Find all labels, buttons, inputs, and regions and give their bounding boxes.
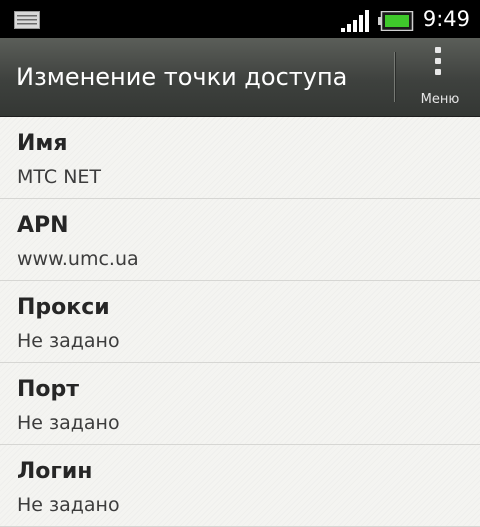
- action-bar-divider: [394, 52, 395, 102]
- status-bar: 9:49: [0, 0, 480, 38]
- battery-icon: [378, 11, 414, 31]
- list-item-label: Имя: [17, 131, 68, 156]
- list-item-apn[interactable]: APN www.umc.ua: [0, 199, 480, 281]
- list-item-value: MTC NET: [17, 166, 102, 188]
- menu-button[interactable]: Меню: [400, 38, 480, 116]
- list-item-proxy[interactable]: Прокси Не задано: [0, 281, 480, 363]
- list-item-label: APN: [17, 213, 69, 238]
- list-item-label: Порт: [17, 377, 80, 402]
- apn-settings-list: Имя MTC NET APN www.umc.ua Прокси Не зад…: [0, 117, 480, 527]
- list-item-name[interactable]: Имя MTC NET: [0, 117, 480, 199]
- list-item-label: Прокси: [17, 295, 110, 320]
- list-item-value: Не задано: [17, 330, 120, 352]
- overflow-menu-icon: [433, 47, 443, 81]
- page-title: Изменение точки доступа: [16, 63, 348, 91]
- signal-icon: [341, 10, 369, 32]
- action-bar: Изменение точки доступа Меню: [0, 38, 480, 117]
- status-clock: 9:49: [422, 7, 470, 31]
- list-item-label: Логин: [17, 459, 93, 484]
- menu-button-label: Меню: [420, 92, 460, 107]
- list-item-login[interactable]: Логин Не задано: [0, 445, 480, 527]
- list-item-value: Не задано: [17, 412, 120, 434]
- list-item-value: Не задано: [17, 494, 120, 516]
- notes-icon[interactable]: [14, 11, 40, 29]
- list-item-port[interactable]: Порт Не задано: [0, 363, 480, 445]
- list-item-value: www.umc.ua: [17, 248, 139, 270]
